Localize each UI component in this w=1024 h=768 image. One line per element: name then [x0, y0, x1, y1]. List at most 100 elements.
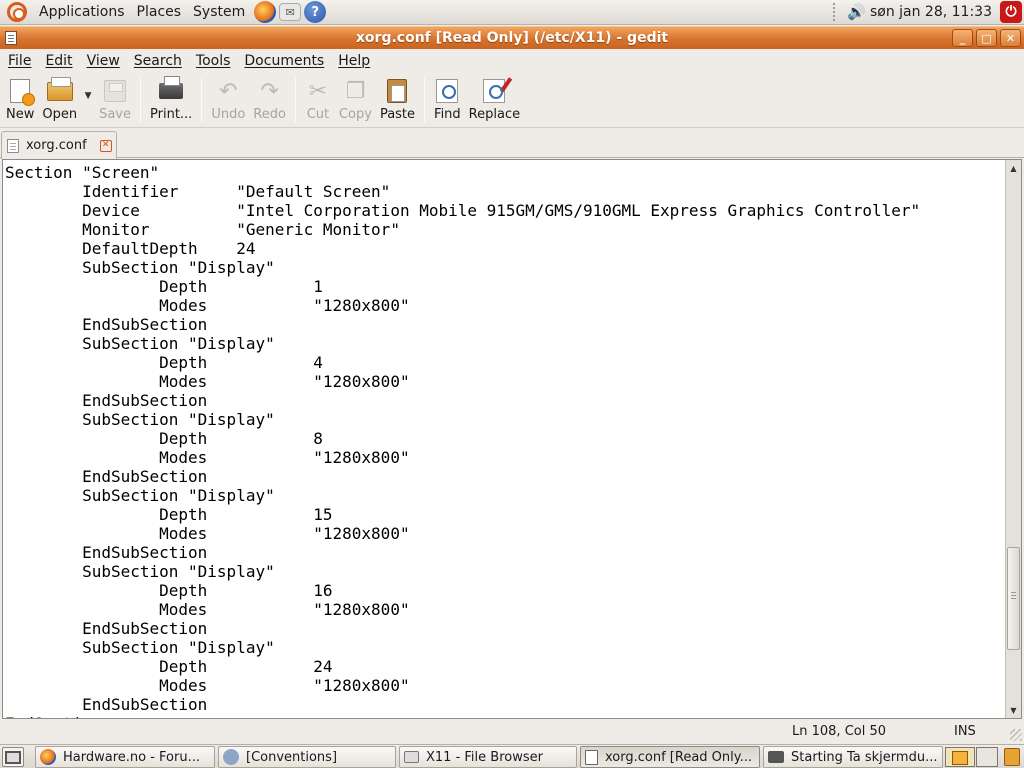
- redo-label: Redo: [253, 107, 286, 122]
- find-button[interactable]: Find: [430, 74, 465, 126]
- code-line[interactable]: Depth 4: [5, 353, 1001, 372]
- new-label: New: [6, 107, 35, 122]
- applications-menu[interactable]: Applications: [33, 0, 131, 25]
- menu-file[interactable]: File: [0, 53, 37, 69]
- system-menu[interactable]: System: [187, 0, 251, 25]
- code-line[interactable]: SubSection "Display": [5, 410, 1001, 429]
- menu-search[interactable]: Search: [126, 53, 188, 69]
- maximize-button[interactable]: □: [976, 29, 997, 47]
- window-menu-icon[interactable]: [5, 31, 17, 45]
- code-line[interactable]: EndSubSection: [5, 315, 1001, 334]
- code-line[interactable]: Depth 1: [5, 277, 1001, 296]
- code-line[interactable]: EndSubSection: [5, 619, 1001, 638]
- workspace-switcher-2[interactable]: [976, 747, 998, 767]
- code-line[interactable]: EndSubSection: [5, 467, 1001, 486]
- menu-help[interactable]: Help: [330, 53, 376, 69]
- window-title: xorg.conf [Read Only] (/etc/X11) - gedit: [355, 30, 669, 46]
- menu-documents[interactable]: Documents: [236, 53, 330, 69]
- window-titlebar[interactable]: xorg.conf [Read Only] (/etc/X11) - gedit…: [0, 26, 1024, 49]
- clock[interactable]: søn jan 28, 11:33: [870, 4, 992, 20]
- menu-edit[interactable]: Edit: [37, 53, 78, 69]
- redo-button[interactable]: ↷ Redo: [249, 74, 290, 126]
- replace-button[interactable]: Replace: [465, 74, 524, 126]
- save-label: Save: [99, 107, 132, 122]
- editor-area[interactable]: Section "Screen" Identifier "Default Scr…: [2, 159, 1022, 719]
- undo-label: Undo: [211, 107, 246, 122]
- code-line[interactable]: Modes "1280x800": [5, 524, 1001, 543]
- cut-label: Cut: [306, 107, 330, 122]
- undo-button[interactable]: ↶ Undo: [207, 74, 249, 126]
- menu-view[interactable]: View: [79, 53, 126, 69]
- recent-files-dropdown-icon[interactable]: ▼: [81, 74, 95, 126]
- firefox-icon: [40, 749, 56, 765]
- save-button[interactable]: Save: [95, 74, 135, 126]
- code-line[interactable]: Section "Screen": [5, 163, 1001, 182]
- places-menu[interactable]: Places: [131, 0, 188, 25]
- task-file-browser[interactable]: X11 - File Browser: [399, 746, 577, 768]
- redo-icon: ↷: [260, 78, 279, 104]
- code-line[interactable]: Monitor "Generic Monitor": [5, 220, 1001, 239]
- code-line[interactable]: Depth 15: [5, 505, 1001, 524]
- code-line[interactable]: EndSubSection: [5, 391, 1001, 410]
- resize-grip[interactable]: [1010, 729, 1022, 741]
- toolbar-separator: [201, 78, 203, 122]
- screenshot-icon: [768, 751, 784, 763]
- code-line[interactable]: Depth 16: [5, 581, 1001, 600]
- code-line[interactable]: SubSection "Display": [5, 638, 1001, 657]
- scroll-down-icon[interactable]: ▼: [1006, 703, 1021, 717]
- code-line[interactable]: Modes "1280x800": [5, 372, 1001, 391]
- toolbar: New Open ▼ Save Print... ↶ Undo ↷ Redo ✂…: [0, 74, 1024, 128]
- code-line[interactable]: Modes "1280x800": [5, 448, 1001, 467]
- firefox-launcher-icon[interactable]: [254, 1, 277, 23]
- code-line[interactable]: Modes "1280x800": [5, 600, 1001, 619]
- ubuntu-logo-icon[interactable]: [7, 2, 27, 22]
- task-screenshot[interactable]: Starting Ta skjermdu...: [763, 746, 943, 768]
- gedit-icon: [585, 749, 598, 765]
- volume-icon[interactable]: 🔊: [847, 3, 866, 21]
- code-line[interactable]: SubSection "Display": [5, 258, 1001, 277]
- help-launcher-icon[interactable]: ?: [304, 1, 327, 23]
- code-line[interactable]: EndSubSection: [5, 695, 1001, 714]
- paste-button[interactable]: Paste: [376, 74, 419, 126]
- code-line[interactable]: Identifier "Default Screen": [5, 182, 1001, 201]
- cut-button[interactable]: ✂ Cut: [301, 74, 335, 126]
- trash-icon[interactable]: [1004, 748, 1020, 766]
- scroll-up-icon[interactable]: ▲: [1006, 161, 1021, 175]
- statusbar: Ln 108, Col 50 INS: [0, 720, 1024, 743]
- code-line[interactable]: SubSection "Display": [5, 334, 1001, 353]
- replace-label: Replace: [468, 107, 521, 122]
- tab-xorg-conf[interactable]: xorg.conf ✕: [1, 131, 117, 159]
- undo-icon: ↶: [219, 78, 238, 104]
- code-line[interactable]: Modes "1280x800": [5, 296, 1001, 315]
- top-panel: Applications Places System ✉ ? 🔊 søn jan…: [0, 0, 1024, 25]
- code-line[interactable]: SubSection "Display": [5, 562, 1001, 581]
- code-line[interactable]: Modes "1280x800": [5, 676, 1001, 695]
- code-line[interactable]: Device "Intel Corporation Mobile 915GM/G…: [5, 201, 1001, 220]
- print-button[interactable]: Print...: [146, 74, 196, 126]
- code-line[interactable]: EndSection: [5, 714, 1001, 718]
- minimize-button[interactable]: _: [952, 29, 973, 47]
- workspace-switcher-1[interactable]: [945, 747, 975, 767]
- vertical-scrollbar[interactable]: ▲ ▼: [1005, 160, 1021, 718]
- close-tab-icon[interactable]: ✕: [99, 139, 112, 152]
- copy-button[interactable]: ❐ Copy: [335, 74, 376, 126]
- show-desktop-icon[interactable]: [2, 747, 24, 767]
- code-line[interactable]: EndSubSection: [5, 543, 1001, 562]
- save-icon: [104, 80, 127, 102]
- text-view[interactable]: Section "Screen" Identifier "Default Scr…: [5, 163, 1001, 718]
- task-conventions[interactable]: [Conventions]: [218, 746, 396, 768]
- mail-launcher-icon[interactable]: ✉: [279, 3, 302, 21]
- close-button[interactable]: ✕: [1000, 29, 1021, 47]
- code-line[interactable]: Depth 8: [5, 429, 1001, 448]
- task-gedit[interactable]: xorg.conf [Read Only...: [580, 746, 760, 768]
- code-line[interactable]: Depth 24: [5, 657, 1001, 676]
- code-line[interactable]: DefaultDepth 24: [5, 239, 1001, 258]
- power-icon[interactable]: ⏻: [1000, 1, 1022, 23]
- code-line[interactable]: SubSection "Display": [5, 486, 1001, 505]
- menu-tools[interactable]: Tools: [188, 53, 237, 69]
- open-button[interactable]: Open: [38, 74, 81, 126]
- scrollbar-thumb[interactable]: [1007, 547, 1020, 650]
- new-button[interactable]: New: [2, 74, 38, 126]
- task-hardware-no[interactable]: Hardware.no - Foru...: [35, 746, 215, 768]
- replace-icon: [483, 79, 506, 103]
